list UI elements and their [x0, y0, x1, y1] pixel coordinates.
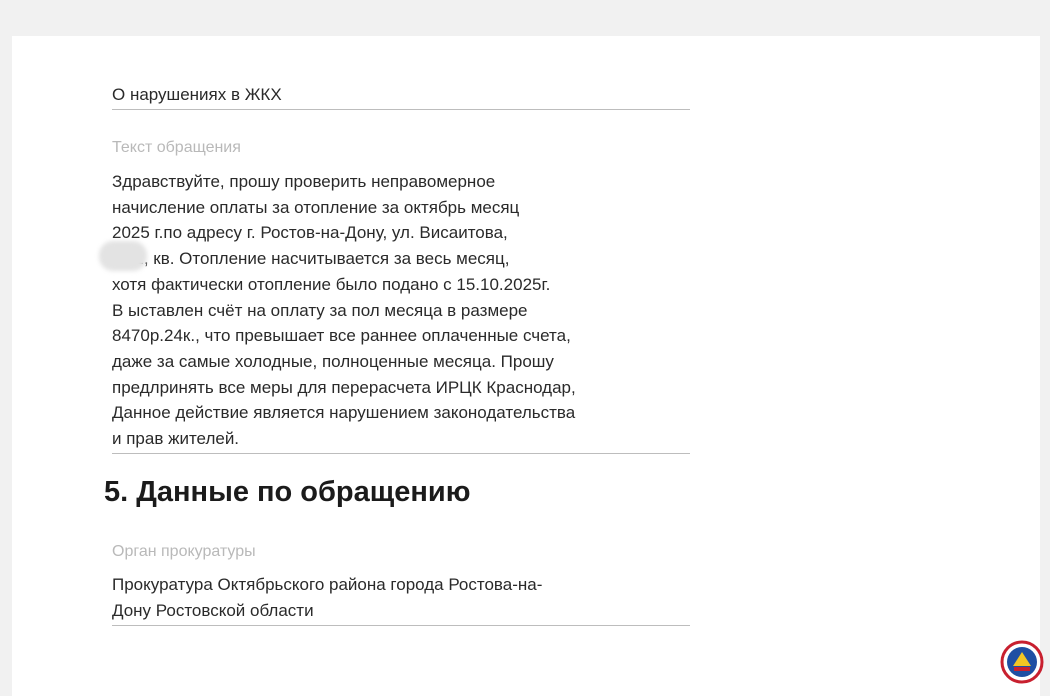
prosecutor-line: Дону Ростовской области [112, 600, 314, 620]
appeal-form-card: О нарушениях в ЖКХ Текст обращения Здрав… [12, 36, 1040, 696]
prosecutor-line: Прокуратура Октябрьского района города Р… [112, 575, 543, 594]
prosecutor-value: Прокуратура Октябрьского района города Р… [112, 572, 690, 623]
prosecutor-label: Орган прокуратуры [112, 543, 256, 560]
appeal-text-line: 5/11, кв. Отопление насчитывается за вес… [112, 249, 510, 269]
appeal-text-line: начисление оплаты за отопление за октябр… [112, 197, 520, 217]
appeal-text-line: В ыставлен счёт на оплату за пол месяца … [112, 300, 528, 320]
appeal-topic-divider [112, 109, 690, 110]
redaction-blur [99, 241, 147, 271]
appeal-text-line: 8470р.24к., что превышает все раннее опл… [112, 326, 571, 346]
appeal-topic-value: О нарушениях в ЖКХ [112, 85, 282, 104]
appeal-text-line: и прав жителей. [112, 429, 240, 449]
section-title: 5. Данные по обращению [104, 476, 471, 508]
appeal-text-line: Здравствуйте, прошу проверить неправомер… [112, 172, 496, 191]
appeal-text-line: предлринять все меры для перерасчета ИРЦ… [112, 377, 576, 397]
appeal-text-label: Текст обращения [112, 139, 241, 156]
appeal-text-line: даже за самые холодные, полноценные меся… [112, 351, 554, 371]
newspaper-logo-icon [1000, 640, 1044, 684]
appeal-text-value: Здравствуйте, прошу проверить неправомер… [112, 169, 690, 452]
prosecutor-divider [112, 625, 690, 626]
appeal-text-line: хотя фактически отопление было подано с … [112, 274, 551, 294]
appeal-text-line: 2025 г.по адресу г. Ростов-на-Дону, ул. … [112, 223, 508, 243]
appeal-text-divider [112, 453, 690, 454]
appeal-text-line: Данное действие является нарушением зако… [112, 403, 576, 423]
